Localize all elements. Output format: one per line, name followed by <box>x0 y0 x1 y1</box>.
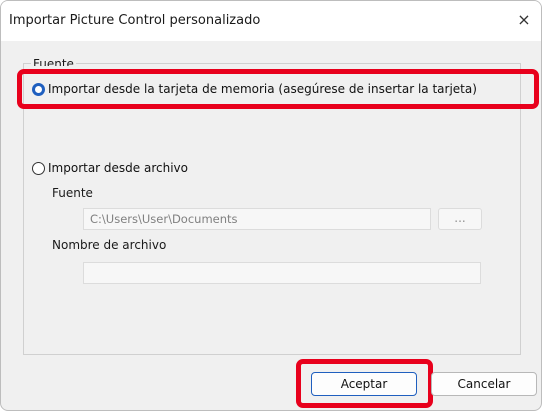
radio-import-from-file[interactable]: Importar desde archivo <box>32 161 188 175</box>
radio-unchecked-icon <box>32 161 45 175</box>
cancel-button[interactable]: Cancelar <box>431 372 537 396</box>
filename-field[interactable] <box>83 262 481 284</box>
filename-label: Nombre de archivo <box>52 238 167 252</box>
title-bar: Importar Picture Control personalizado × <box>1 1 541 41</box>
radio-memory-card-label: Importar desde la tarjeta de memoria (as… <box>48 82 477 96</box>
dialog-title: Importar Picture Control personalizado <box>9 13 261 28</box>
source-path-field[interactable]: C:\Users\User\Documents <box>83 208 431 230</box>
import-dialog: Importar Picture Control personalizado ×… <box>0 0 542 411</box>
source-label: Fuente <box>52 186 93 200</box>
close-icon[interactable]: × <box>507 5 541 35</box>
browse-button[interactable]: ... <box>438 208 482 230</box>
radio-checked-icon <box>32 82 45 96</box>
group-legend: Fuente <box>31 54 76 66</box>
radio-import-memory-card[interactable]: Importar desde la tarjeta de memoria (as… <box>32 82 477 96</box>
radio-from-file-label: Importar desde archivo <box>48 161 188 175</box>
accept-button[interactable]: Aceptar <box>311 372 417 396</box>
